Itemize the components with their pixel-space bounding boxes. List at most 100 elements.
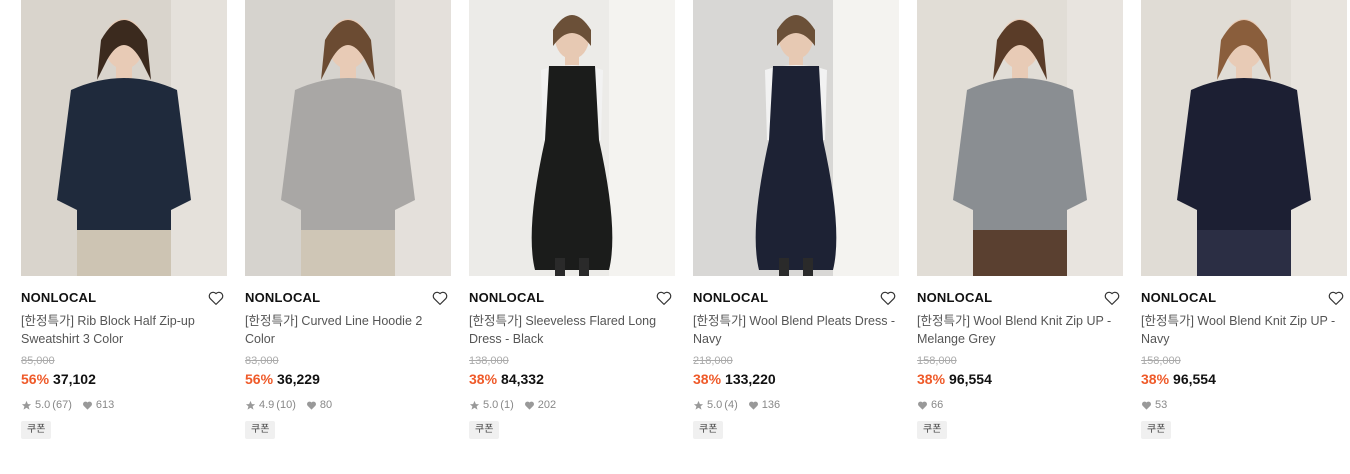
sale-price: 96,554	[1173, 371, 1216, 387]
coupon-badge[interactable]: 쿠폰	[693, 421, 724, 439]
product-image[interactable]	[245, 0, 451, 276]
wishlist-heart-icon[interactable]	[1327, 289, 1345, 307]
coupon-badge[interactable]: 쿠폰	[917, 421, 948, 439]
brand-row: NONLOCAL	[693, 288, 899, 308]
brand-name[interactable]: NONLOCAL	[245, 288, 451, 308]
brand-row: NONLOCAL	[1141, 288, 1347, 308]
brand-name[interactable]: NONLOCAL	[21, 288, 227, 308]
rating-group: 5.0 (67)	[21, 397, 72, 413]
like-count-heart-icon	[1142, 401, 1151, 410]
coupon-badge[interactable]: 쿠폰	[21, 421, 52, 439]
wishlist-heart-icon[interactable]	[431, 289, 449, 307]
like-count-heart-icon	[748, 401, 758, 410]
original-price: 83,000	[245, 355, 279, 367]
rating-group: 5.0 (1)	[469, 397, 514, 413]
product-meta: 5.0 (4) 136	[693, 397, 899, 413]
review-count: (4)	[724, 399, 738, 411]
likes-group: 66	[917, 397, 943, 413]
brand-row: NONLOCAL	[469, 288, 675, 308]
product-image[interactable]	[917, 0, 1123, 276]
review-count: (1)	[500, 399, 514, 411]
product-name[interactable]: [한정특가] Rib Block Half Zip-up Sweatshirt …	[21, 312, 227, 348]
product-photo[interactable]	[1141, 0, 1347, 276]
like-count: 136	[761, 399, 781, 411]
product-name[interactable]: [한정특가] Curved Line Hoodie 2 Color	[245, 312, 451, 348]
product-grid: NONLOCAL [한정특가] Rib Block Half Zip-up Swe…	[0, 0, 1350, 474]
product-name[interactable]: [한정특가] Wool Blend Knit Zip UP - Navy	[1141, 312, 1347, 348]
discount-rate: 38%	[469, 371, 498, 387]
product-card[interactable]: NONLOCAL [한정특가] Wool Blend Pleats Dress -…	[693, 0, 899, 439]
wishlist-heart-icon[interactable]	[879, 289, 897, 307]
like-count: 80	[319, 399, 333, 411]
product-image[interactable]	[693, 0, 899, 276]
product-photo[interactable]	[245, 0, 451, 276]
wishlist-heart-icon[interactable]	[655, 289, 673, 307]
rating-group: 5.0 (4)	[693, 397, 738, 413]
rating-group: 4.9 (10)	[245, 397, 296, 413]
product-card[interactable]: NONLOCAL [한정특가] Wool Blend Knit Zip UP - …	[1141, 0, 1347, 439]
product-photo[interactable]	[693, 0, 899, 276]
price-row: 56% 37,102	[21, 370, 227, 388]
discount-rate: 38%	[693, 371, 722, 387]
brand-row: NONLOCAL	[21, 288, 227, 308]
product-meta: 5.0 (67) 613	[21, 397, 227, 413]
coupon-badge[interactable]: 쿠폰	[245, 421, 276, 439]
brand-name[interactable]: NONLOCAL	[693, 288, 899, 308]
product-photo[interactable]	[21, 0, 227, 276]
wishlist-heart-icon[interactable]	[1103, 289, 1121, 307]
original-price: 158,000	[917, 355, 957, 367]
product-card[interactable]: NONLOCAL [한정특가] Curved Line Hoodie 2 Colo…	[245, 0, 451, 439]
price-row: 56% 36,229	[245, 370, 451, 388]
brand-name[interactable]: NONLOCAL	[1141, 288, 1347, 308]
product-name[interactable]: [한정특가] Wool Blend Pleats Dress - Navy	[693, 312, 899, 348]
star-icon	[21, 400, 32, 410]
rating-value: 5.0	[35, 399, 51, 411]
star-icon	[693, 400, 704, 410]
brand-row: NONLOCAL	[917, 288, 1123, 308]
rating-value: 5.0	[483, 399, 499, 411]
coupon-badge[interactable]: 쿠폰	[469, 421, 500, 439]
sale-price: 133,220	[725, 371, 776, 387]
product-name[interactable]: [한정특가] Wool Blend Knit Zip UP - Melange …	[917, 312, 1123, 348]
product-card[interactable]: NONLOCAL [한정특가] Rib Block Half Zip-up Swe…	[21, 0, 227, 439]
star-icon	[469, 400, 480, 410]
original-price: 218,000	[693, 355, 733, 367]
like-count: 53	[1155, 399, 1168, 411]
review-count: (67)	[52, 399, 72, 411]
product-photo[interactable]	[469, 0, 675, 276]
wishlist-heart-icon[interactable]	[207, 289, 225, 307]
original-price: 138,000	[469, 355, 509, 367]
original-price: 85,000	[21, 355, 55, 367]
star-icon	[245, 400, 256, 410]
likes-group: 136	[748, 397, 780, 413]
price-row: 38% 96,554	[917, 370, 1123, 388]
sale-price: 84,332	[501, 371, 544, 387]
product-meta: 66	[917, 397, 1123, 413]
product-meta: 5.0 (1) 202	[469, 397, 675, 413]
sale-price: 37,102	[53, 371, 96, 387]
rating-value: 5.0	[707, 399, 723, 411]
like-count-heart-icon	[306, 401, 316, 410]
product-name[interactable]: [한정특가] Sleeveless Flared Long Dress - Bl…	[469, 312, 675, 348]
like-count: 202	[537, 399, 557, 411]
brand-name[interactable]: NONLOCAL	[917, 288, 1123, 308]
discount-rate: 38%	[1141, 371, 1170, 387]
product-card[interactable]: NONLOCAL [한정특가] Sleeveless Flared Long Dr…	[469, 0, 675, 439]
discount-rate: 38%	[917, 371, 946, 387]
product-card[interactable]: NONLOCAL [한정특가] Wool Blend Knit Zip UP - …	[917, 0, 1123, 439]
like-count: 66	[931, 399, 944, 411]
like-count-heart-icon	[524, 401, 534, 410]
sale-price: 96,554	[949, 371, 992, 387]
brand-row: NONLOCAL	[245, 288, 451, 308]
likes-group: 613	[82, 397, 114, 413]
price-row: 38% 96,554	[1141, 370, 1347, 388]
coupon-badge[interactable]: 쿠폰	[1141, 421, 1172, 439]
brand-name[interactable]: NONLOCAL	[469, 288, 675, 308]
original-price: 158,000	[1141, 355, 1181, 367]
product-image[interactable]	[469, 0, 675, 276]
product-meta: 53	[1141, 397, 1347, 413]
product-image[interactable]	[21, 0, 227, 276]
like-count-heart-icon	[918, 401, 927, 410]
product-photo[interactable]	[917, 0, 1123, 276]
product-image[interactable]	[1141, 0, 1347, 276]
